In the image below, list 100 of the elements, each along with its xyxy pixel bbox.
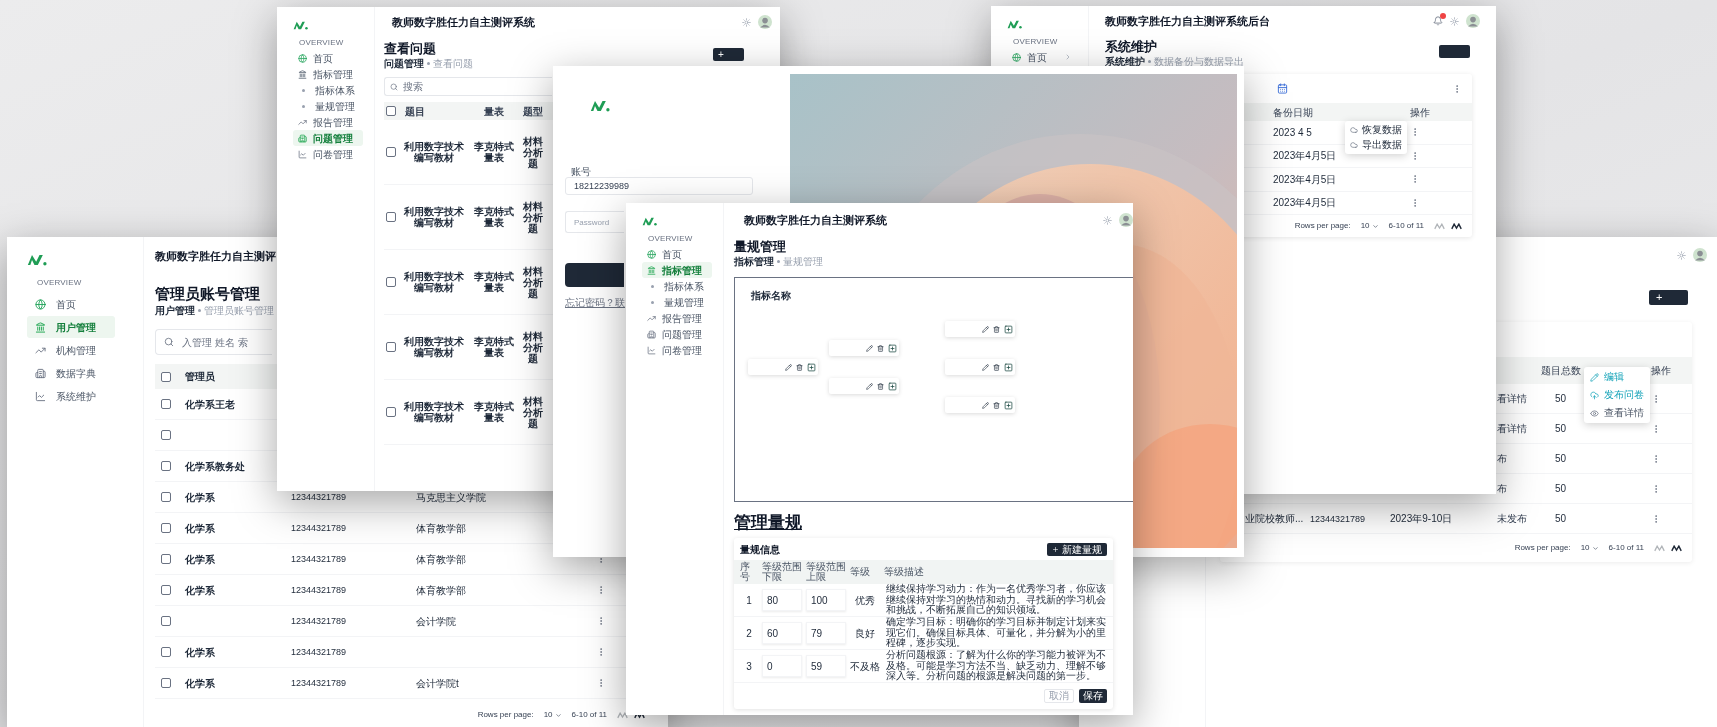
page-size-select[interactable]: 10 [1580, 542, 1599, 554]
trash-icon[interactable] [877, 344, 884, 352]
table-cell-text: 利用数字技术编写教材 [403, 206, 465, 228]
checkbox[interactable] [386, 106, 396, 116]
avatar-icon[interactable] [1693, 248, 1707, 262]
sidebar-item[interactable]: 数据字典 [27, 362, 115, 384]
plus-square-icon[interactable] [1004, 362, 1013, 372]
sidebar-item[interactable]: 用户管理 [27, 316, 115, 338]
checkbox[interactable] [161, 585, 171, 595]
breadcrumb-separator-icon [427, 61, 430, 65]
table-cell-text: 50 [1555, 392, 1567, 406]
sidebar-item[interactable]: 机构管理 [27, 339, 115, 361]
calendar-icon[interactable] [1277, 83, 1288, 94]
trash-icon[interactable] [796, 363, 803, 371]
sidebar-item[interactable]: 问题管理 [293, 130, 363, 146]
page-size-select[interactable]: 10 [1360, 220, 1379, 232]
field-label: 账号 [571, 167, 591, 177]
sidebar-item[interactable]: 首页 [27, 293, 115, 315]
forgot-password-link[interactable]: 忘记密码？联 [565, 297, 625, 309]
checkbox[interactable] [161, 461, 171, 471]
add-button[interactable]: + [713, 48, 744, 61]
table-cell-text: 50 [1555, 512, 1567, 526]
trash-icon[interactable] [993, 363, 1000, 371]
checkbox[interactable] [161, 399, 171, 409]
prev-page-icon[interactable] [617, 711, 628, 719]
account-field[interactable]: 18212239989 [565, 177, 753, 195]
pencil-icon[interactable] [866, 344, 873, 352]
trash-icon[interactable] [993, 401, 1000, 409]
trash-icon[interactable] [993, 325, 1000, 333]
pencil-icon[interactable] [982, 401, 989, 409]
sidebar-item[interactable]: 系统维护 [27, 385, 115, 407]
sidebar-item[interactable]: 问题管理 [642, 326, 712, 342]
pencil-icon[interactable] [866, 382, 873, 390]
globe-icon [298, 53, 307, 63]
checkbox[interactable] [161, 523, 171, 533]
menu-item[interactable]: 导出数据 [1350, 139, 1402, 151]
breadcrumb-link[interactable]: 系统维护 [1105, 53, 1145, 69]
new-rubric-button[interactable]: 新建量规 [1047, 542, 1107, 556]
checkbox[interactable] [161, 647, 171, 657]
page-size-select[interactable]: 10 [543, 709, 562, 721]
checkbox[interactable] [386, 407, 396, 417]
checkbox[interactable] [386, 212, 396, 222]
sidebar-item[interactable]: 量规管理 [642, 294, 712, 310]
checkbox[interactable] [161, 678, 171, 688]
pencil-icon[interactable] [785, 363, 792, 371]
sidebar-item[interactable]: 首页 [1007, 49, 1077, 65]
breadcrumb-link[interactable]: 用户管理 [155, 302, 195, 318]
next-page-icon[interactable] [1451, 222, 1462, 230]
sidebar-item[interactable]: 指标管理 [293, 66, 363, 82]
sidebar-item[interactable]: 指标管理 [642, 262, 712, 278]
plus-square-icon[interactable] [1004, 400, 1013, 410]
breadcrumb-link[interactable]: 问题管理 [384, 55, 424, 71]
checkbox[interactable] [161, 430, 171, 440]
avatar-icon[interactable] [758, 15, 772, 29]
checkbox[interactable] [161, 492, 171, 502]
next-page-icon[interactable] [1671, 544, 1682, 552]
pencil-icon[interactable] [982, 363, 989, 371]
menu-item[interactable]: 恢复数据 [1350, 124, 1402, 136]
sidebar-item[interactable]: 指标体系 [293, 82, 363, 98]
checkbox[interactable] [161, 616, 171, 626]
avatar-icon[interactable] [1466, 14, 1480, 28]
checkbox[interactable] [386, 277, 396, 287]
sidebar-item[interactable]: 首页 [293, 50, 363, 66]
search-field[interactable]: 搜索 [384, 77, 552, 96]
table-cell-text: 利用数字技术编写教材 [403, 271, 465, 293]
plus-square-icon[interactable] [888, 343, 897, 353]
table-cell: 79 [806, 622, 846, 644]
save-button[interactable]: 保存 [1079, 689, 1107, 703]
password-field[interactable]: Password [565, 211, 624, 233]
table-cell: 12344321789 [291, 492, 347, 503]
plus-square-icon[interactable] [888, 381, 897, 391]
plus-square-icon[interactable] [1004, 324, 1013, 334]
table-cell-text: 2 [745, 626, 753, 641]
add-button[interactable]: + [1649, 290, 1688, 305]
search-icon [164, 337, 174, 347]
checkbox[interactable] [386, 147, 396, 157]
checkbox[interactable] [161, 371, 171, 382]
logo-icon [642, 217, 657, 226]
pencil-icon[interactable] [982, 325, 989, 333]
breadcrumb-link[interactable]: 指标管理 [734, 253, 774, 269]
trash-icon[interactable] [877, 382, 884, 390]
sidebar-item[interactable]: 问卷管理 [642, 342, 712, 358]
plus-square-icon[interactable] [807, 362, 816, 372]
sidebar-item[interactable]: 问卷管理 [293, 146, 363, 162]
page-range: 6-10 of 11 [1608, 542, 1644, 554]
table-cell: 59 [806, 655, 846, 677]
sidebar-item[interactable]: 量规管理 [293, 98, 363, 114]
card-title: 量规信息 [740, 542, 780, 557]
sidebar-item[interactable]: 报告管理 [642, 310, 712, 326]
table-cell: 2023年9-10日 [1390, 513, 1453, 524]
avatar-icon[interactable] [1119, 213, 1133, 227]
table-cell: 12344321789 [291, 616, 347, 627]
checkbox[interactable] [386, 342, 396, 352]
bell-icon[interactable] [1433, 16, 1443, 26]
sidebar-item[interactable]: 首页 [642, 246, 712, 262]
checkbox[interactable] [161, 554, 171, 564]
search-field[interactable]: 入管理 姓名 索 [155, 329, 272, 355]
sidebar-item[interactable]: 指标体系 [642, 278, 712, 294]
menu-item[interactable]: 查看详情 [1590, 407, 1644, 419]
sidebar-item[interactable]: 报告管理 [293, 114, 363, 130]
